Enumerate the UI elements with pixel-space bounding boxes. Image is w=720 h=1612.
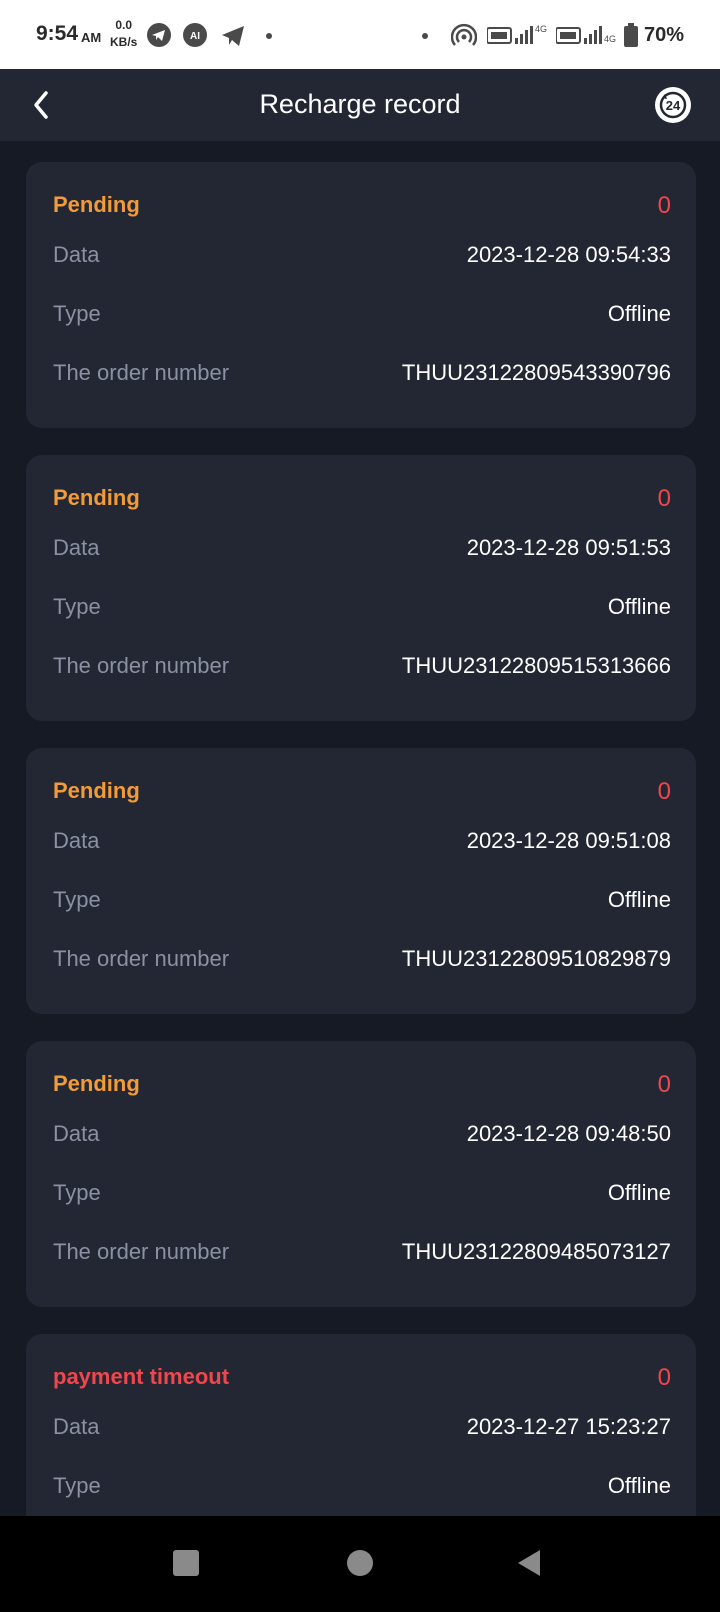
order-number-label: The order number [53,360,230,385]
date-label: Data [53,828,100,853]
telegram-icon [147,23,171,47]
record-order-number: THUU23122809543390796 [401,360,671,385]
record-card[interactable]: Pending 0 Data 2023-12-28 09:51:08 Type … [26,748,696,1014]
status-bar: 9:54 AM 0.0 KB/s AI 4G 4G 70% [0,0,720,69]
date-label: Data [53,535,100,560]
order-number-label: The order number [53,1239,230,1264]
square-icon[interactable] [173,1550,199,1576]
type-label: Type [53,1473,101,1498]
record-amount: 0 [657,778,671,805]
status-ampm: AM [81,30,102,45]
record-order-number: THUU23122809515313666 [401,653,671,678]
record-card[interactable]: Pending 0 Data 2023-12-28 09:51:53 Type … [26,455,696,721]
record-status: Pending [53,778,140,803]
svg-text:24: 24 [666,98,681,113]
svg-text:AI: AI [190,31,200,42]
record-status: Pending [53,1071,140,1096]
record-order-number: THUU23122809510829879 [401,946,671,971]
svg-text:4G: 4G [604,34,616,44]
record-type: Offline [607,594,671,619]
record-status: Pending [53,485,140,510]
record-date: 2023-12-28 09:54:33 [466,242,671,267]
notification-dot-icon [266,33,272,39]
type-label: Type [53,301,101,326]
recharge-record-list[interactable]: Pending 0 Data 2023-12-28 09:54:33 Type … [26,162,696,1516]
record-status: payment timeout [53,1364,230,1389]
record-card[interactable]: Pending 0 Data 2023-12-28 09:48:50 Type … [26,1041,696,1307]
battery-icon [624,23,638,47]
record-date: 2023-12-28 09:48:50 [466,1121,671,1146]
record-amount: 0 [657,485,671,512]
network-speed-unit: KB/s [110,35,138,49]
page-title: Recharge record [259,89,461,119]
record-card[interactable]: Pending 0 Data 2023-12-28 09:54:33 Type … [26,162,696,428]
triangle-back-icon[interactable] [516,1548,542,1578]
record-amount: 0 [657,192,671,219]
volte-signal-icon: 4G [556,26,616,44]
battery-percent: 70% [644,24,685,46]
record-date: 2023-12-28 09:51:53 [466,535,671,560]
date-label: Data [53,1414,100,1439]
record-amount: 0 [657,1364,671,1391]
record-date: 2023-12-28 09:51:08 [466,828,671,853]
svg-text:4G: 4G [535,24,547,34]
record-type: Offline [607,1180,671,1205]
notification-dot-icon [422,33,428,39]
telegram-plane-icon [222,26,244,46]
record-type: Offline [607,301,671,326]
network-speed: 0.0 KB/s [110,17,137,51]
volte-signal-icon: 4G [487,24,547,44]
type-label: Type [53,887,101,912]
record-order-number: THUU23122809485073127 [401,1239,671,1264]
record-status: Pending [53,192,140,217]
type-label: Type [53,594,101,619]
order-number-label: The order number [53,653,230,678]
date-label: Data [53,242,100,267]
circle-icon[interactable] [347,1550,373,1576]
network-speed-value: 0.0 [115,18,133,32]
record-type: Offline [607,1473,671,1498]
support-24h-icon[interactable]: 24 [654,86,692,124]
ai-app-icon: AI [183,23,207,47]
order-number-label: The order number [53,946,230,971]
status-time: 9:54 [36,22,79,45]
record-type: Offline [607,887,671,912]
record-card[interactable]: payment timeout 0 Data 2023-12-27 15:23:… [26,1334,696,1516]
record-amount: 0 [657,1071,671,1098]
hotspot-icon [451,23,477,46]
record-date: 2023-12-27 15:23:27 [466,1414,671,1439]
date-label: Data [53,1121,100,1146]
type-label: Type [53,1180,101,1205]
app-header: Recharge record [0,69,720,141]
